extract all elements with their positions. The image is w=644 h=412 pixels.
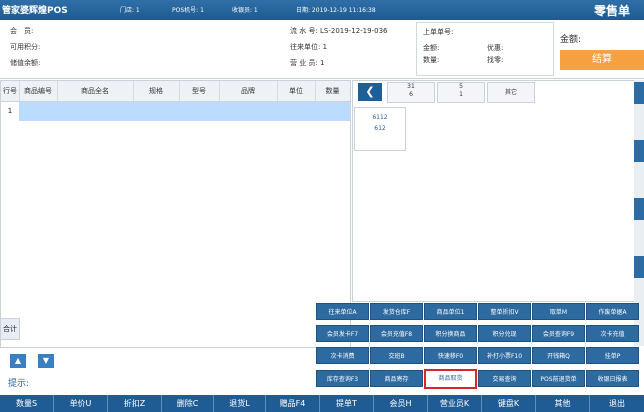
col-header: 商品编号: [19, 81, 58, 101]
function-button[interactable]: 积分兑现: [478, 325, 531, 342]
bottom-button[interactable]: 数量S: [0, 395, 54, 412]
pos-number-status: POS机号: 1: [172, 7, 204, 14]
back-arrow-icon[interactable]: ❮: [358, 83, 382, 101]
function-button[interactable]: 收银日报表: [586, 370, 639, 387]
category-tab-label: 5: [459, 83, 463, 90]
title-bar: 管家婆辉煌POS 门店: 1 POS机号: 1 收银员: 1 日期: 2019-…: [0, 0, 644, 20]
sidebar-button[interactable]: [634, 82, 644, 104]
sidebar-button[interactable]: [634, 198, 644, 220]
checkout-button[interactable]: 结算: [560, 50, 644, 70]
serial-number: 流 水 号: LS-2019-12-19-036: [290, 27, 388, 35]
last-change-label: 找零:: [487, 56, 504, 64]
salesman-field[interactable]: 营 业 员: 1: [290, 58, 325, 68]
function-button[interactable]: 商品寄存: [370, 370, 423, 387]
last-amount-label: 金额:: [423, 44, 440, 52]
sidebar-button[interactable]: [634, 140, 644, 162]
total-amount-label: 金额:: [560, 35, 582, 45]
scroll-down-icon[interactable]: ▼: [38, 354, 54, 368]
col-header: 数量: [325, 87, 340, 95]
goods-item-code: 6112: [372, 114, 388, 121]
function-button[interactable]: 积分换商品: [424, 325, 477, 342]
points-label: 可用积分:: [10, 43, 41, 51]
category-tab-count: 1: [459, 91, 463, 98]
sidebar-button[interactable]: [634, 256, 644, 278]
col-header: 商品全名: [57, 81, 134, 101]
last-order-box: 上单单号: 金额: 优惠: 数量: 找零:: [416, 22, 554, 76]
function-button[interactable]: 会员查询F9: [532, 325, 585, 342]
function-button[interactable]: 往来单位A: [316, 303, 369, 320]
bottom-button[interactable]: 退货L: [214, 395, 266, 412]
category-tab[interactable]: 其它: [487, 82, 535, 103]
function-button[interactable]: POS前退货单: [532, 370, 585, 387]
goods-panel: ❮ 31 6 5 1 其它 6112 612: [352, 80, 636, 302]
bottom-button[interactable]: 赠品F4: [266, 395, 320, 412]
last-order-label: 上单单号:: [423, 28, 454, 36]
bottom-button[interactable]: 删除C: [162, 395, 214, 412]
function-button[interactable]: 补打小票F10: [478, 347, 531, 364]
function-button[interactable]: 作废单据A: [586, 303, 639, 320]
bottom-button[interactable]: 退出: [590, 395, 644, 412]
function-button[interactable]: 开钱箱Q: [532, 347, 585, 364]
col-header: 型号: [179, 81, 220, 101]
bottom-button[interactable]: 营业员K: [428, 395, 482, 412]
function-button[interactable]: 商品单位1: [424, 303, 477, 320]
bottom-button[interactable]: 键盘K: [482, 395, 536, 412]
category-tab-label: 31: [407, 83, 415, 90]
member-label[interactable]: 会 员:: [10, 26, 33, 36]
sum-row-label: 合计: [0, 318, 20, 340]
table-row[interactable]: 1: [1, 102, 350, 121]
category-tab-count: 6: [409, 91, 413, 98]
category-tab[interactable]: 5 1: [437, 82, 485, 103]
selected-row-cells[interactable]: [19, 102, 350, 121]
total-box: 金额: 结算: [556, 22, 644, 74]
last-discount-label: 优惠:: [487, 44, 504, 52]
function-button[interactable]: 发货仓库F: [370, 303, 423, 320]
goods-pickup-button[interactable]: 商品取货: [424, 369, 477, 389]
store-status: 门店: 1: [120, 7, 140, 14]
category-tab[interactable]: 31 6: [387, 82, 435, 103]
bottom-toolbar: 数量S 单价U 折扣Z 删除C 退货L 赠品F4 提单T 会员H 营业员K 键盘…: [0, 395, 644, 412]
function-button[interactable]: 会员发卡F7: [316, 325, 369, 342]
balance-label: 储值余额:: [10, 59, 41, 67]
goods-item-name: 612: [374, 125, 386, 132]
function-button[interactable]: 取单M: [532, 303, 585, 320]
function-button[interactable]: 整单折扣V: [478, 303, 531, 320]
bottom-button[interactable]: 会员H: [374, 395, 428, 412]
hint-label: 提示:: [8, 379, 30, 389]
function-button[interactable]: 次卡充值: [586, 325, 639, 342]
col-header: 单位: [277, 81, 316, 101]
function-button[interactable]: 快速移F0: [424, 347, 477, 364]
function-button[interactable]: 交易查询: [478, 370, 531, 387]
function-button[interactable]: 交班B: [370, 347, 423, 364]
scroll-up-icon[interactable]: ▲: [10, 354, 26, 368]
col-header: 行号: [1, 81, 20, 101]
col-header: 规格: [133, 81, 180, 101]
table-header: 行号 商品编号 商品全名 规格 型号 品牌 单位 数量: [1, 81, 350, 102]
function-button[interactable]: 次卡消费: [316, 347, 369, 364]
bottom-button[interactable]: 单价U: [54, 395, 108, 412]
app-name: 管家婆辉煌POS: [2, 6, 68, 16]
datetime-status: 日期: 2019-12-19 11:16:38: [296, 7, 376, 14]
goods-item-card[interactable]: 6112 612: [354, 107, 406, 151]
function-button[interactable]: 挂单P: [586, 347, 639, 364]
company-field[interactable]: 往来单位: 1: [290, 42, 327, 52]
sales-table: 行号 商品编号 商品全名 规格 型号 品牌 单位 数量 1: [0, 80, 351, 348]
bottom-button[interactable]: 折扣Z: [108, 395, 162, 412]
bottom-button[interactable]: 其他: [536, 395, 590, 412]
function-button[interactable]: 会员充值F8: [370, 325, 423, 342]
last-qty-label: 数量:: [423, 56, 440, 64]
function-button[interactable]: 库存查询F3: [316, 370, 369, 387]
document-type-title: 零售单: [593, 4, 630, 18]
cashier-status: 收银员: 1: [232, 7, 258, 14]
col-header: 品牌: [219, 81, 278, 101]
bottom-button[interactable]: 提单T: [320, 395, 374, 412]
row-number: 1: [1, 102, 19, 121]
